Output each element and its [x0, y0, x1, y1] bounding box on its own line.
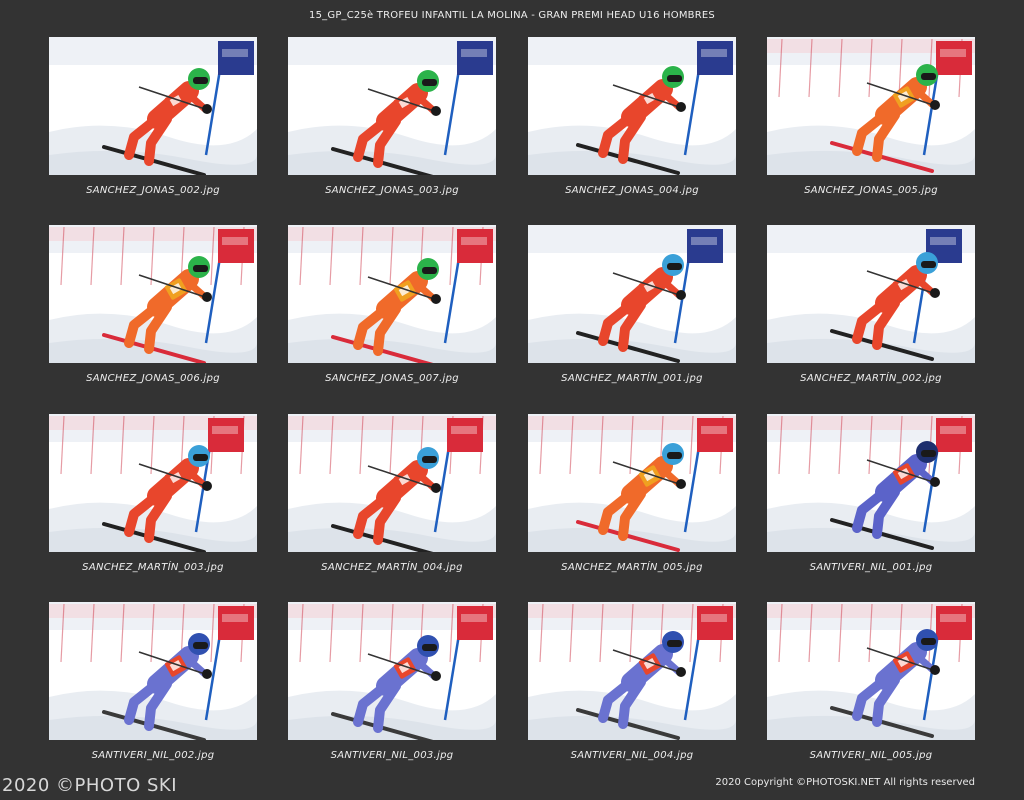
skier-photo-icon	[528, 225, 736, 363]
thumbnail-caption: SANCHEZ_MARTÍN_001.jpg	[561, 373, 703, 384]
thumbnail-cell: SANCHEZ_JONAS_007.jpg	[288, 225, 496, 384]
watermark-text: 2020 ©PHOTO SKI	[2, 775, 178, 796]
thumbnail-caption: SANTIVERI_NIL_004.jpg	[570, 750, 694, 761]
thumbnail-image[interactable]	[288, 37, 496, 175]
thumbnail-image[interactable]	[528, 225, 736, 363]
skier-photo-icon	[49, 37, 257, 175]
thumbnail-image[interactable]	[528, 37, 736, 175]
thumbnail-image[interactable]	[49, 414, 257, 552]
thumbnail-caption: SANTIVERI_NIL_001.jpg	[809, 562, 933, 573]
thumbnail-cell: SANCHEZ_MARTÍN_005.jpg	[528, 414, 736, 573]
thumbnail-caption: SANTIVERI_NIL_002.jpg	[91, 750, 215, 761]
skier-photo-icon	[288, 602, 496, 740]
thumbnail-caption: SANCHEZ_MARTÍN_002.jpg	[800, 373, 942, 384]
thumbnail-caption: SANCHEZ_JONAS_005.jpg	[804, 185, 938, 196]
thumbnail-image[interactable]	[288, 414, 496, 552]
thumbnail-cell: SANTIVERI_NIL_003.jpg	[288, 602, 496, 761]
thumbnail-caption: SANCHEZ_JONAS_003.jpg	[325, 185, 459, 196]
thumbnail-image[interactable]	[49, 602, 257, 740]
skier-photo-icon	[767, 602, 975, 740]
thumbnail-image[interactable]	[528, 414, 736, 552]
thumbnail-caption: SANCHEZ_MARTÍN_004.jpg	[321, 562, 463, 573]
thumbnail-image[interactable]	[49, 225, 257, 363]
skier-photo-icon	[49, 602, 257, 740]
thumbnail-image[interactable]	[767, 414, 975, 552]
thumbnail-cell: SANCHEZ_MARTÍN_002.jpg	[767, 225, 975, 384]
page-title: 15_GP_C25è TROFEU INFANTIL LA MOLINA - G…	[309, 10, 715, 21]
contact-sheet-page: 15_GP_C25è TROFEU INFANTIL LA MOLINA - G…	[0, 0, 1024, 800]
thumbnail-caption: SANTIVERI_NIL_003.jpg	[330, 750, 454, 761]
skier-photo-icon	[288, 414, 496, 552]
thumbnail-image[interactable]	[767, 225, 975, 363]
skier-photo-icon	[288, 37, 496, 175]
thumbnail-caption: SANCHEZ_JONAS_002.jpg	[86, 185, 220, 196]
thumbnail-image[interactable]	[528, 602, 736, 740]
thumbnail-cell: SANCHEZ_JONAS_004.jpg	[528, 37, 736, 196]
thumbnail-caption: SANCHEZ_JONAS_007.jpg	[325, 373, 459, 384]
skier-photo-icon	[528, 37, 736, 175]
thumbnail-cell: SANCHEZ_JONAS_003.jpg	[288, 37, 496, 196]
thumbnail-cell: SANCHEZ_MARTÍN_004.jpg	[288, 414, 496, 573]
thumbnail-cell: SANCHEZ_JONAS_005.jpg	[767, 37, 975, 196]
thumbnail-caption: SANTIVERI_NIL_005.jpg	[809, 750, 933, 761]
thumbnail-image[interactable]	[288, 225, 496, 363]
skier-photo-icon	[49, 225, 257, 363]
thumbnail-caption: SANCHEZ_JONAS_004.jpg	[565, 185, 699, 196]
thumbnail-cell: SANCHEZ_JONAS_006.jpg	[49, 225, 257, 384]
skier-photo-icon	[767, 225, 975, 363]
copyright-text: 2020 Copyright ©PHOTOSKI.NET All rights …	[715, 777, 975, 788]
thumbnail-cell: SANCHEZ_JONAS_002.jpg	[49, 37, 257, 196]
thumbnail-image[interactable]	[767, 37, 975, 175]
skier-photo-icon	[49, 414, 257, 552]
thumbnail-cell: SANTIVERI_NIL_004.jpg	[528, 602, 736, 761]
thumbnail-caption: SANCHEZ_MARTÍN_003.jpg	[82, 562, 224, 573]
skier-photo-icon	[767, 37, 975, 175]
skier-photo-icon	[288, 225, 496, 363]
thumbnail-caption: SANCHEZ_MARTÍN_005.jpg	[561, 562, 703, 573]
thumbnail-image[interactable]	[49, 37, 257, 175]
thumbnail-cell: SANTIVERI_NIL_001.jpg	[767, 414, 975, 573]
skier-photo-icon	[528, 602, 736, 740]
skier-photo-icon	[528, 414, 736, 552]
thumbnail-image[interactable]	[288, 602, 496, 740]
thumbnail-cell: SANTIVERI_NIL_002.jpg	[49, 602, 257, 761]
thumbnail-cell: SANTIVERI_NIL_005.jpg	[767, 602, 975, 761]
thumbnail-cell: SANCHEZ_MARTÍN_001.jpg	[528, 225, 736, 384]
thumbnail-caption: SANCHEZ_JONAS_006.jpg	[86, 373, 220, 384]
skier-photo-icon	[767, 414, 975, 552]
thumbnail-image[interactable]	[767, 602, 975, 740]
thumbnail-cell: SANCHEZ_MARTÍN_003.jpg	[49, 414, 257, 573]
